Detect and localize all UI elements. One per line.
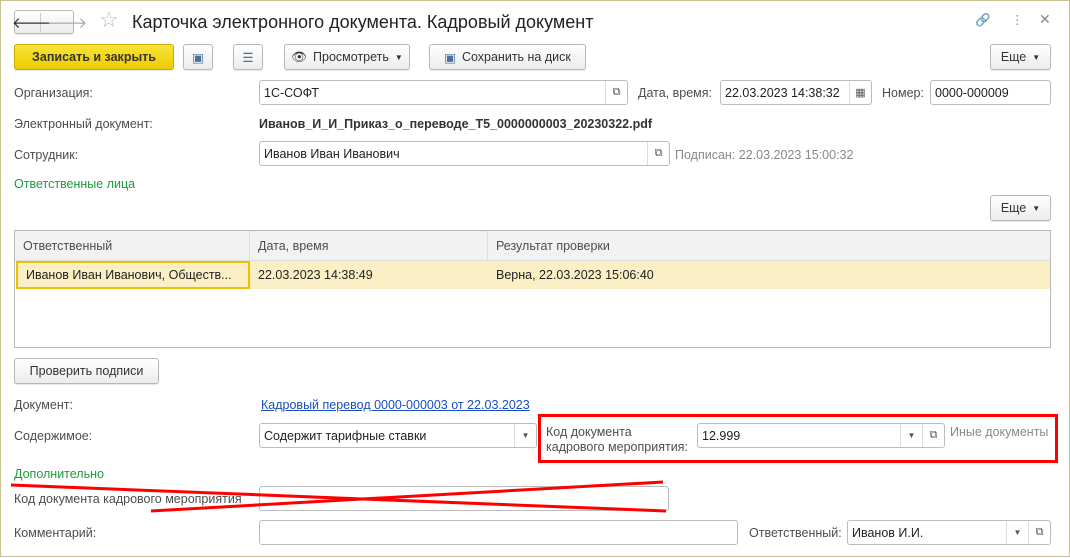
window: 🡐 🡒 ☆ Карточка электронного документа. К… xyxy=(0,0,1070,557)
resp-value: Иванов И.И. xyxy=(852,525,924,540)
strike-cross xyxy=(10,480,667,513)
strike-line xyxy=(10,483,667,513)
open-icon[interactable]: ⧉ xyxy=(1028,521,1050,544)
comment-label: Комментарий: xyxy=(14,526,97,540)
resp-label: Ответственный: xyxy=(749,526,842,540)
chevron-down-icon[interactable]: ▼ xyxy=(1006,521,1028,544)
comment-field[interactable] xyxy=(259,520,738,545)
resp-select[interactable]: Иванов И.И. ▼ ⧉ xyxy=(847,520,1051,545)
